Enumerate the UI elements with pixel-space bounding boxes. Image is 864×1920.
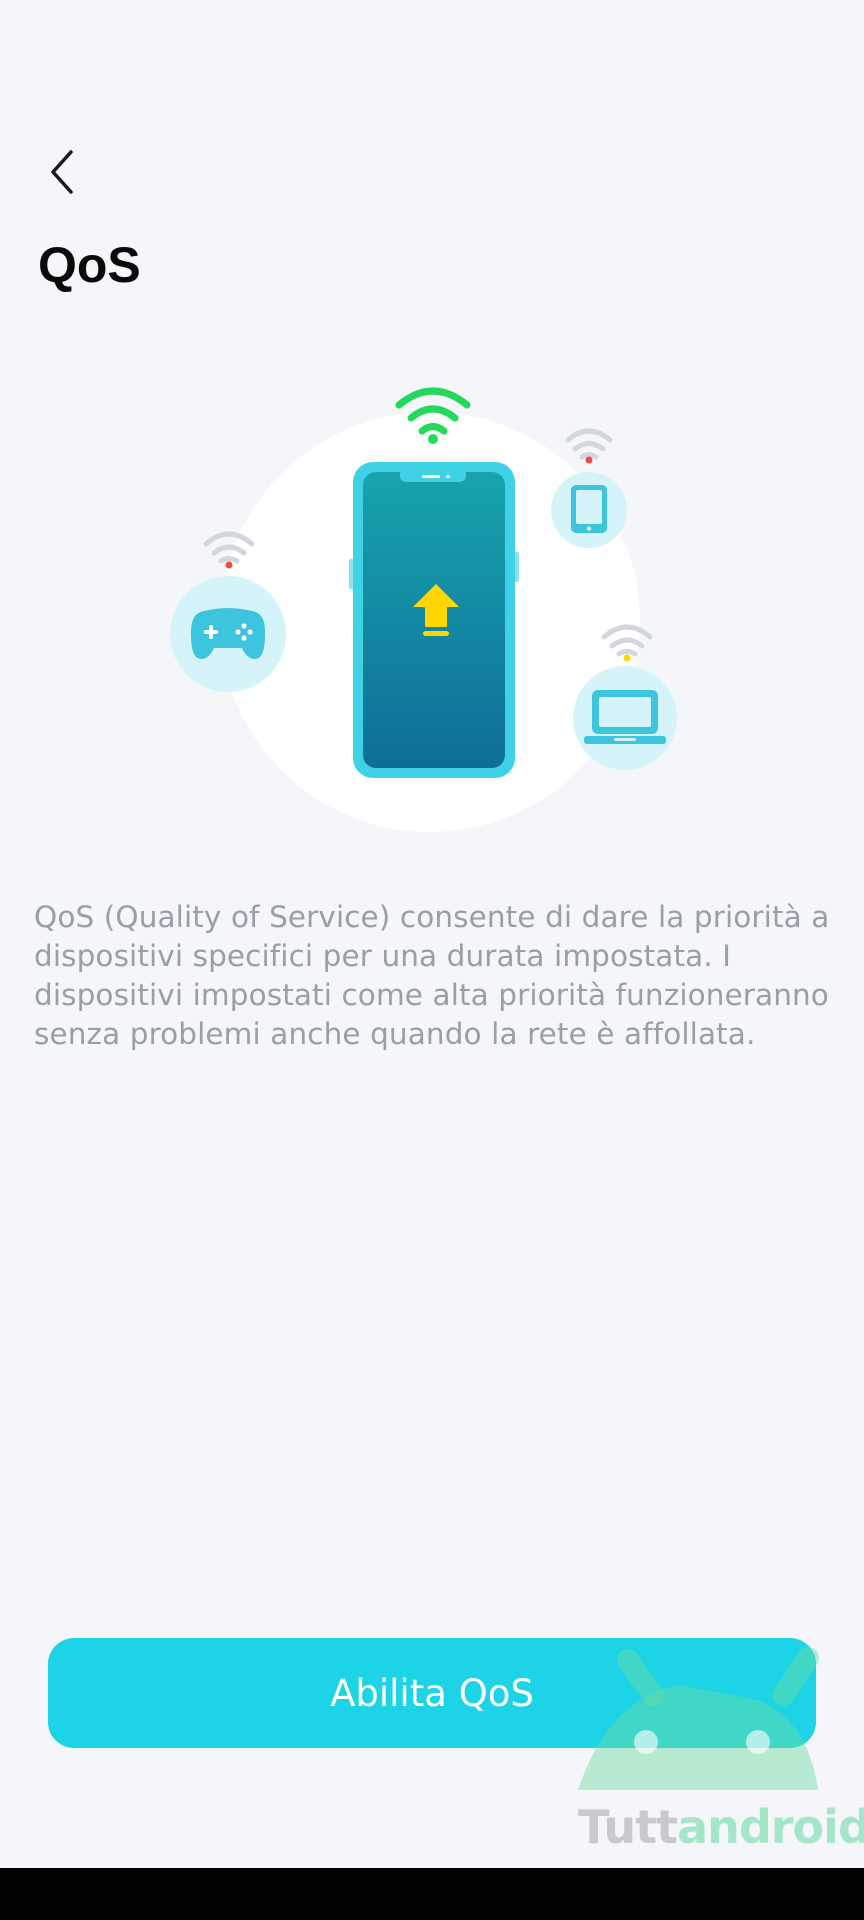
wifi-icon: [565, 428, 613, 460]
enable-qos-button[interactable]: Abilita QoS: [48, 1638, 816, 1748]
tablet-icon: [571, 485, 607, 533]
back-button[interactable]: [36, 140, 88, 204]
qos-illustration: [170, 387, 677, 832]
watermark-text: Tuttandroid: [578, 1800, 864, 1854]
system-navigation-bar: [0, 1868, 864, 1920]
chevron-left-icon: [51, 150, 73, 194]
page-title: QoS: [38, 237, 141, 293]
qos-description: QoS (Quality of Service) consente di dar…: [34, 900, 830, 1051]
tablet-device: [551, 428, 627, 548]
